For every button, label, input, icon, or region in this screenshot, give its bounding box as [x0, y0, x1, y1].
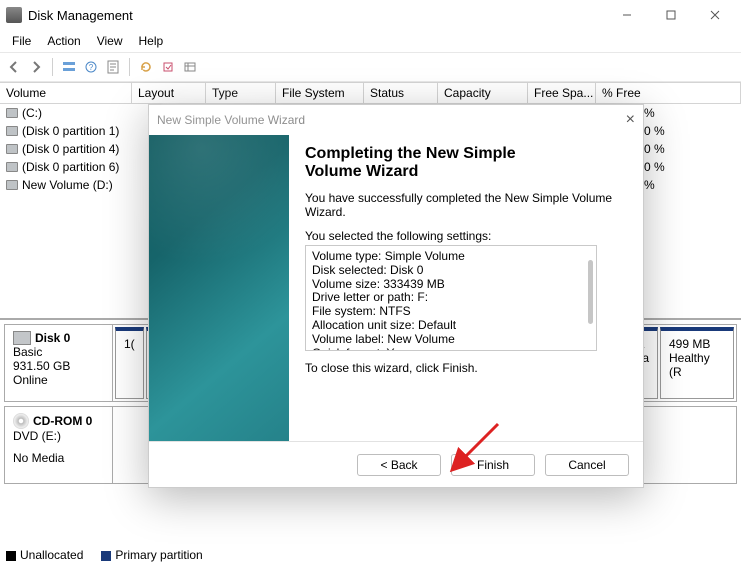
- cdrom-status: No Media: [13, 451, 104, 465]
- volume-name: (Disk 0 partition 4): [22, 142, 119, 156]
- properties-icon[interactable]: [103, 57, 123, 77]
- app-icon: [6, 7, 22, 23]
- back-icon[interactable]: [4, 57, 24, 77]
- cancel-button[interactable]: Cancel: [545, 454, 629, 476]
- menu-file[interactable]: File: [4, 32, 39, 50]
- wizard-banner: [149, 135, 289, 441]
- partition-size: 499 MB: [669, 337, 725, 351]
- volume-name: (Disk 0 partition 1): [22, 124, 119, 138]
- menu-view[interactable]: View: [89, 32, 131, 50]
- summary-line: Quick format: Yes: [312, 347, 572, 351]
- dialog-close-button[interactable]: ×: [626, 112, 635, 128]
- disk-name: Disk 0: [35, 331, 70, 345]
- pct-free: %: [638, 105, 741, 121]
- finish-button[interactable]: Finish: [451, 454, 535, 476]
- col-volume[interactable]: Volume: [0, 83, 132, 103]
- col-pctfree[interactable]: % Free: [596, 83, 741, 103]
- menubar: File Action View Help: [0, 30, 741, 52]
- summary-line: File system: NTFS: [312, 305, 572, 319]
- partition[interactable]: 1(: [115, 327, 144, 399]
- scrollbar-thumb[interactable]: [588, 260, 593, 324]
- cdrom-info[interactable]: CD-ROM 0 DVD (E:) No Media: [5, 407, 113, 483]
- cdrom-drive: DVD (E:): [13, 429, 104, 443]
- checkbox-icon[interactable]: [158, 57, 178, 77]
- disk-0-info[interactable]: Disk 0 Basic 931.50 GB Online: [5, 325, 113, 401]
- summary-line: Volume label: New Volume: [312, 333, 572, 347]
- svg-text:?: ?: [89, 63, 94, 72]
- drive-icon: [6, 162, 18, 172]
- partition[interactable]: 499 MB Healthy (R: [660, 327, 734, 399]
- optical-disc-icon: [13, 413, 29, 429]
- wizard-dialog: New Simple Volume Wizard × Completing th…: [148, 104, 644, 488]
- view-details-icon[interactable]: [59, 57, 79, 77]
- col-status[interactable]: Status: [364, 83, 438, 103]
- volume-list-header: Volume Layout Type File System Status Ca…: [0, 82, 741, 104]
- forward-icon[interactable]: [26, 57, 46, 77]
- partition-status: Healthy (R: [669, 351, 725, 379]
- cdrom-name: CD-ROM 0: [33, 414, 92, 428]
- minimize-button[interactable]: [605, 1, 649, 29]
- summary-line: Volume type: Simple Volume: [312, 250, 572, 264]
- drive-icon: [6, 126, 18, 136]
- legend-swatch-unallocated: [6, 551, 16, 561]
- summary-line: Volume size: 333439 MB: [312, 278, 572, 292]
- menu-action[interactable]: Action: [39, 32, 88, 50]
- drive-icon: [6, 144, 18, 154]
- pct-free: 0 %: [638, 123, 741, 139]
- volume-name: (C:): [22, 106, 42, 120]
- wizard-close-text: To close this wizard, click Finish.: [305, 361, 627, 375]
- toolbar: ?: [0, 52, 741, 82]
- wizard-success-text: You have successfully completed the New …: [305, 191, 627, 219]
- col-free[interactable]: Free Spa...: [528, 83, 596, 103]
- divider: [52, 58, 53, 76]
- pct-free: 0 %: [638, 159, 741, 175]
- col-capacity[interactable]: Capacity: [438, 83, 528, 103]
- wizard-settings-label: You selected the following settings:: [305, 229, 627, 243]
- back-button[interactable]: < Back: [357, 454, 441, 476]
- summary-line: Drive letter or path: F:: [312, 291, 572, 305]
- divider: [129, 58, 130, 76]
- list-icon[interactable]: [180, 57, 200, 77]
- volume-name: (Disk 0 partition 6): [22, 160, 119, 174]
- legend-primary: Primary partition: [115, 548, 202, 562]
- pct-free: 0 %: [638, 141, 741, 157]
- maximize-button[interactable]: [649, 1, 693, 29]
- window-title: Disk Management: [28, 8, 133, 23]
- pct-free: %: [638, 177, 741, 193]
- disk-size: 931.50 GB: [13, 359, 104, 373]
- refresh-icon[interactable]: [136, 57, 156, 77]
- help-icon[interactable]: ?: [81, 57, 101, 77]
- col-fs[interactable]: File System: [276, 83, 364, 103]
- disk-icon: [13, 331, 31, 345]
- legend-swatch-primary: [101, 551, 111, 561]
- menu-help[interactable]: Help: [131, 32, 172, 50]
- wizard-settings-box[interactable]: Volume type: Simple Volume Disk selected…: [305, 245, 597, 351]
- drive-icon: [6, 108, 18, 118]
- summary-line: Disk selected: Disk 0: [312, 264, 572, 278]
- legend: Unallocated Primary partition: [6, 548, 203, 562]
- volume-name: New Volume (D:): [22, 178, 113, 192]
- summary-line: Allocation unit size: Default: [312, 319, 572, 333]
- wizard-heading: Completing the New Simple Volume Wizard: [305, 145, 627, 181]
- titlebar: Disk Management: [0, 0, 741, 30]
- wizard-button-row: < Back Finish Cancel: [149, 441, 643, 487]
- disk-type: Basic: [13, 345, 104, 359]
- disk-status: Online: [13, 373, 104, 387]
- legend-unallocated: Unallocated: [20, 548, 83, 562]
- close-button[interactable]: [693, 1, 737, 29]
- drive-icon: [6, 180, 18, 190]
